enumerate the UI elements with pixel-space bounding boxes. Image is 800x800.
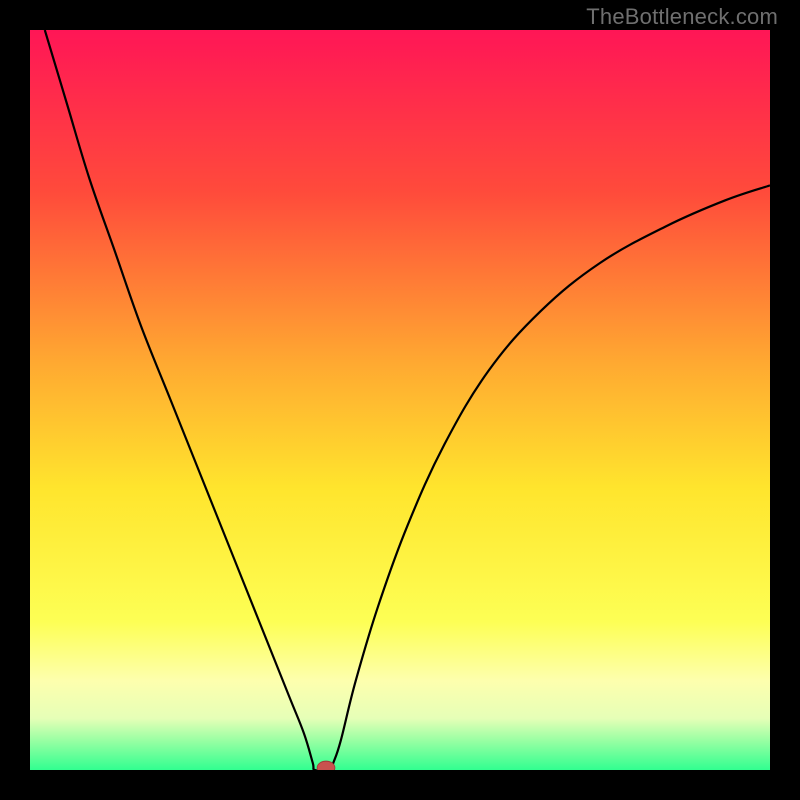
watermark-label: TheBottleneck.com bbox=[586, 4, 778, 30]
outer-frame: TheBottleneck.com bbox=[0, 0, 800, 800]
bottleneck-chart bbox=[30, 30, 770, 770]
chart-background bbox=[30, 30, 770, 770]
